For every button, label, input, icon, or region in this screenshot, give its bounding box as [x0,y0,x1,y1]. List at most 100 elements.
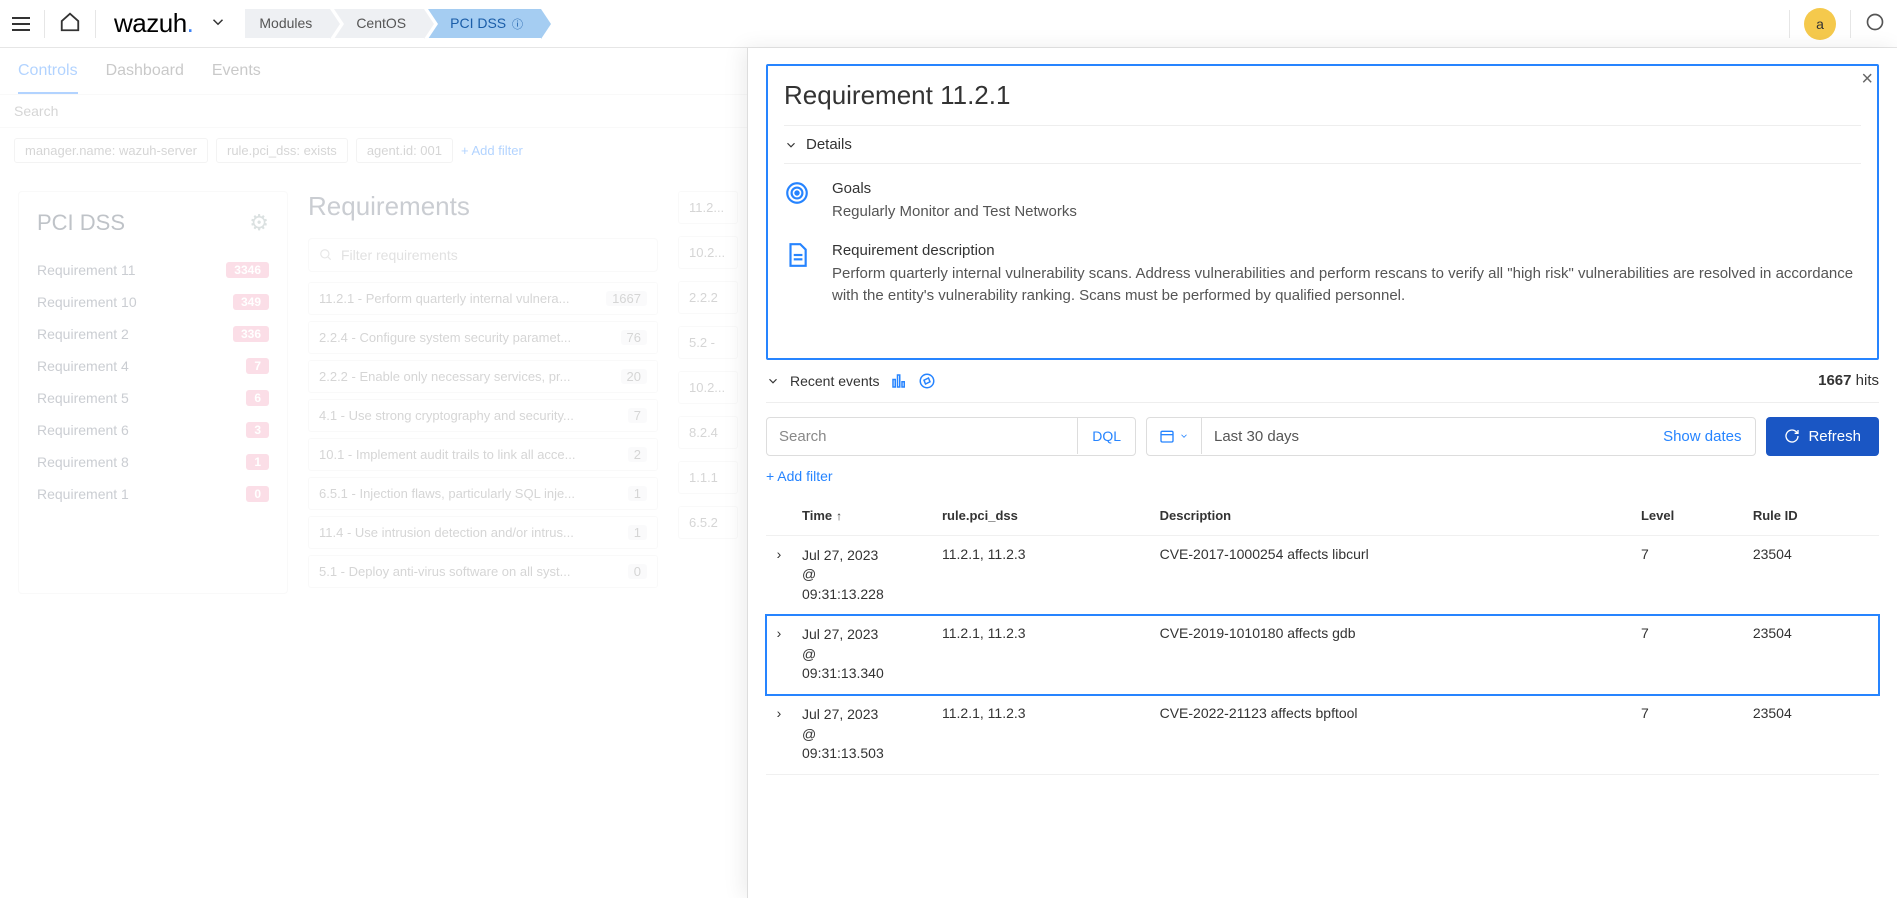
chevron-down-icon[interactable] [209,13,227,34]
sidebar-item[interactable]: Requirement 2336 [37,318,269,350]
hamburger-menu[interactable] [12,15,30,33]
cell-ruleid[interactable]: 23504 [1743,695,1879,775]
col-rule[interactable]: rule.pci_dss [932,496,1150,536]
sidebar-item[interactable]: Requirement 47 [37,350,269,382]
requirement-row[interactable]: 2.2.4 - Configure system security parame… [308,321,658,354]
cell-desc: CVE-2017-1000254 affects libcurl [1150,535,1631,615]
sort-asc-icon: ↑ [836,509,842,523]
cell-level: 7 [1631,695,1743,775]
date-range[interactable]: Last 30 days [1202,418,1649,455]
requirement-row[interactable]: 2.2.2 - Enable only necessary services, … [308,360,658,393]
cell-rule: 11.2.1, 11.2.3 [932,535,1150,615]
cell-time: Jul 27, 2023@09:31:13.228 [792,535,932,615]
col-level[interactable]: Level [1631,496,1743,536]
avatar[interactable]: a [1804,8,1836,40]
table-row[interactable]: › Jul 27, 2023@09:31:13.503 11.2.1, 11.2… [766,695,1879,775]
expand-row-icon[interactable]: › [766,535,792,615]
date-range-box: Last 30 days Show dates [1146,417,1756,456]
breadcrumb-agent[interactable]: CentOS [334,9,424,38]
events-search-input[interactable]: Search [767,418,1077,455]
filter-pill[interactable]: manager.name: wazuh-server [14,138,208,163]
sub-requirement-row[interactable]: 1.1.1 [678,461,738,494]
requirement-row[interactable]: 6.5.1 - Injection flaws, particularly SQ… [308,477,658,510]
filter-requirements-input[interactable]: Filter requirements [308,238,658,272]
requirement-row[interactable]: 10.1 - Implement audit trails to link al… [308,438,658,471]
dql-button[interactable]: DQL [1077,418,1135,454]
expand-row-icon[interactable]: › [766,695,792,775]
sub-requirement-row[interactable]: 11.2... [678,191,738,224]
table-row[interactable]: › Jul 27, 2023@09:31:13.340 11.2.1, 11.2… [766,615,1879,695]
cell-desc: CVE-2022-21123 affects bpftool [1150,695,1631,775]
col-time[interactable]: Time↑ [792,496,932,536]
cell-ruleid[interactable]: 23504 [1743,535,1879,615]
explore-link-icon[interactable] [918,372,936,390]
details-label: Details [806,136,852,153]
req-desc-label: Requirement description [832,242,1861,259]
recent-events-label: Recent events [790,373,880,389]
goals-label: Goals [832,180,1077,197]
requirement-row[interactable]: 11.2.1 - Perform quarterly internal vuln… [308,282,658,315]
details-accordion[interactable]: Details [784,125,1861,164]
cell-level: 7 [1631,615,1743,695]
sidebar-item[interactable]: Requirement 81 [37,446,269,478]
dashboard-link-icon[interactable] [890,372,908,390]
show-dates-link[interactable]: Show dates [1649,418,1755,455]
sidebar-item[interactable]: Requirement 63 [37,414,269,446]
sub-requirement-row[interactable]: 10.2... [678,236,738,269]
close-icon[interactable]: × [1861,68,1873,91]
add-filter-link[interactable]: + Add filter [461,143,523,158]
sidebar-item[interactable]: Requirement 56 [37,382,269,414]
tab-dashboard[interactable]: Dashboard [106,62,184,94]
brand-logo: wazuh. [114,8,193,39]
cell-ruleid[interactable]: 23504 [1743,615,1879,695]
requirement-row[interactable]: 11.4 - Use intrusion detection and/or in… [308,516,658,549]
cell-time: Jul 27, 2023@09:31:13.340 [792,615,932,695]
sub-requirement-row[interactable]: 10.2... [678,371,738,404]
events-add-filter[interactable]: + Add filter [766,464,1879,496]
sub-requirement-row[interactable]: 8.2.4 [678,416,738,449]
breadcrumb: Modules CentOS PCI DSS ⓘ [245,9,545,38]
requirements-sidebar: PCI DSS⚙ Requirement 113346Requirement 1… [18,191,288,594]
cell-rule: 11.2.1, 11.2.3 [932,615,1150,695]
sidebar-item[interactable]: Requirement 10 [37,478,269,510]
requirements-list: Requirements Filter requirements 11.2.1 … [308,191,658,594]
recent-events-header[interactable]: Recent events 1667 hits [766,360,1879,403]
help-icon[interactable] [1865,12,1885,35]
col-ruleid[interactable]: Rule ID [1743,496,1879,536]
cell-time: Jul 27, 2023@09:31:13.503 [792,695,932,775]
filter-pill[interactable]: rule.pci_dss: exists [216,138,348,163]
sidebar-title: PCI DSS [37,210,125,236]
requirement-flyout: × Requirement 11.2.1 Details Goals Regul… [747,48,1897,898]
home-icon[interactable] [59,11,81,36]
tab-events[interactable]: Events [212,62,261,94]
tab-controls[interactable]: Controls [18,62,78,94]
flyout-title: Requirement 11.2.1 [784,80,1861,111]
events-table: Time↑ rule.pci_dss Description Level Rul… [766,496,1879,775]
refresh-button[interactable]: Refresh [1766,417,1879,456]
expand-row-icon[interactable]: › [766,615,792,695]
requirement-row[interactable]: 5.1 - Deploy anti-virus software on all … [308,555,658,588]
sidebar-item[interactable]: Requirement 113346 [37,254,269,286]
req-desc-value: Perform quarterly internal vulnerability… [832,263,1861,308]
target-icon [784,180,814,209]
breadcrumb-modules[interactable]: Modules [245,9,330,38]
top-bar: wazuh. Modules CentOS PCI DSS ⓘ a [0,0,1897,48]
cell-rule: 11.2.1, 11.2.3 [932,695,1150,775]
calendar-icon[interactable] [1147,418,1202,454]
gear-icon[interactable]: ⚙ [249,210,269,236]
table-row[interactable]: › Jul 27, 2023@09:31:13.228 11.2.1, 11.2… [766,535,1879,615]
chevron-down-icon [784,138,798,152]
sub-column: 11.2... 10.2... 2.2.2 5.2 - 10.2... 8.2.4 1.1.… [678,191,738,594]
cell-desc: CVE-2019-1010180 affects gdb [1150,615,1631,695]
requirement-row[interactable]: 4.1 - Use strong cryptography and securi… [308,399,658,432]
filter-pill[interactable]: agent.id: 001 [356,138,453,163]
sub-requirement-row[interactable]: 6.5.2 [678,506,738,539]
sidebar-item[interactable]: Requirement 10349 [37,286,269,318]
col-desc[interactable]: Description [1150,496,1631,536]
sub-requirement-row[interactable]: 2.2.2 [678,281,738,314]
requirements-title: Requirements [308,191,658,222]
sub-requirement-row[interactable]: 5.2 - [678,326,738,359]
document-icon [784,242,814,271]
breadcrumb-pcidss[interactable]: PCI DSS ⓘ [428,9,541,38]
details-highlight: × Requirement 11.2.1 Details Goals Regul… [766,64,1879,360]
